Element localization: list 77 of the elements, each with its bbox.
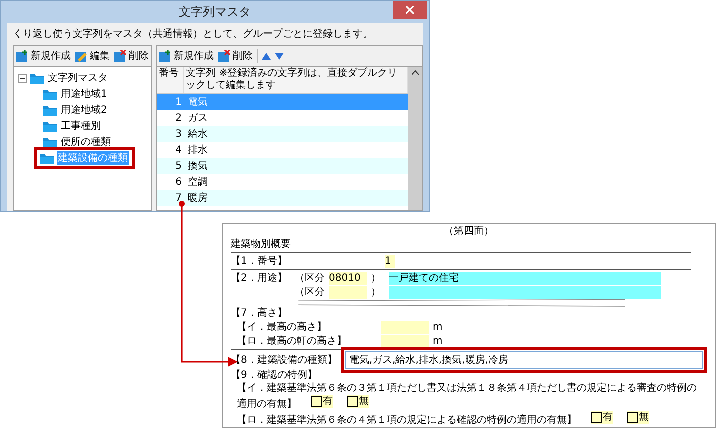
item-label: 【2．用途】 bbox=[231, 272, 288, 284]
toolbar-button[interactable]: 削除 bbox=[114, 49, 149, 63]
collapse-icon[interactable] bbox=[18, 74, 27, 82]
folder-icon bbox=[43, 104, 57, 116]
height-field[interactable] bbox=[381, 320, 429, 334]
unit-text: m bbox=[433, 320, 443, 334]
new-item-icon bbox=[16, 50, 29, 62]
table-cell-text: ガス bbox=[187, 112, 209, 125]
height-field[interactable] bbox=[381, 334, 429, 348]
table-cell-text: 排水 bbox=[187, 144, 209, 157]
move-down-icon[interactable] bbox=[275, 52, 284, 60]
row-number: 3 bbox=[174, 128, 183, 140]
row-number: 1 bbox=[174, 96, 183, 108]
folder-icon bbox=[40, 152, 54, 164]
row-number: 5 bbox=[174, 160, 183, 172]
code-field[interactable] bbox=[329, 286, 367, 298]
toolbar-button[interactable]: 新規作成 bbox=[16, 49, 71, 63]
category-label: （区分 bbox=[295, 286, 325, 298]
folder-icon bbox=[43, 88, 57, 100]
code-field[interactable]: 08010 bbox=[329, 272, 367, 284]
column-header: 番号 bbox=[157, 67, 184, 93]
scrollbar[interactable] bbox=[408, 67, 422, 210]
table-cell-text: 暖房 bbox=[187, 192, 209, 205]
folder-icon bbox=[43, 136, 57, 148]
toolbar-button[interactable]: 新規作成 bbox=[159, 49, 214, 63]
option-checkbox[interactable]: 有 bbox=[591, 411, 613, 424]
folder-icon bbox=[30, 72, 44, 84]
table-cell-text: 電気 bbox=[187, 96, 209, 109]
item-label: 【ロ．最高の軒の高さ】 bbox=[237, 334, 348, 348]
scroll-up-icon[interactable] bbox=[412, 70, 418, 75]
tree-item[interactable]: 工事種別 bbox=[60, 119, 102, 133]
table-cell-text: 換気 bbox=[187, 160, 209, 173]
tree-item[interactable]: 文字列マスタ bbox=[47, 71, 109, 85]
item-label: 【9．確認の特例】 bbox=[231, 369, 318, 382]
table-row[interactable]: 5 換気 bbox=[157, 158, 408, 174]
question-text: 【ロ．建築基準法第６条の４第１項の規定による確認の特例の適用の有無】 有 無 bbox=[236, 411, 650, 427]
folder-icon bbox=[43, 120, 57, 132]
table-row[interactable]: 7 暖房 bbox=[157, 190, 408, 206]
category-label: （区分 bbox=[295, 272, 325, 284]
row-number: 7 bbox=[174, 192, 183, 204]
close-button[interactable] bbox=[393, 1, 427, 19]
tree-item[interactable]: 用途地域2 bbox=[60, 103, 108, 117]
unit-text: m bbox=[433, 334, 443, 348]
item-label: 【7．高さ】 bbox=[231, 307, 288, 320]
new-item-icon bbox=[159, 50, 172, 62]
window-title: 文字列マスタ bbox=[179, 4, 251, 20]
toolbar-button[interactable]: 削除 bbox=[218, 49, 253, 63]
row-number: 2 bbox=[174, 112, 183, 124]
close-icon bbox=[406, 6, 414, 14]
question-text: 【イ．建築基準法第６条の３第１項ただし書又は法第１８条第４項ただし書の規定による審査の特例の適用の有無】 有 無 bbox=[236, 382, 698, 411]
item-label: 【イ．最高の高さ】 bbox=[237, 320, 328, 334]
paren-text: ） bbox=[371, 286, 382, 298]
delete-icon bbox=[114, 50, 127, 62]
paren-text: ） bbox=[371, 272, 382, 284]
item-label: 【8．建築設備の種類】 bbox=[231, 354, 338, 367]
table-cell-text: 給水 bbox=[187, 128, 209, 141]
table-row[interactable]: 3 給水 bbox=[157, 126, 408, 142]
tree-item[interactable]: 用途地域1 bbox=[60, 87, 108, 101]
row-number: 6 bbox=[174, 176, 183, 188]
edit-icon bbox=[75, 50, 88, 62]
option-checkbox[interactable]: 無 bbox=[347, 395, 369, 408]
row-number: 4 bbox=[174, 144, 183, 156]
description-text: くり返し使う文字列をマスタ（共通情報）として、グループごとに登録します。 bbox=[13, 28, 374, 41]
move-up-icon[interactable] bbox=[262, 52, 271, 60]
number-field[interactable]: 1 bbox=[385, 254, 395, 268]
page-label: （第四面） bbox=[444, 225, 494, 238]
delete-icon bbox=[218, 50, 231, 62]
option-checkbox[interactable]: 有 bbox=[311, 395, 333, 408]
use-field[interactable] bbox=[389, 286, 661, 298]
table-cell-text: 空調 bbox=[187, 176, 209, 189]
option-checkbox[interactable]: 無 bbox=[627, 411, 649, 424]
use-field[interactable]: 一戸建ての住宅 bbox=[389, 272, 661, 284]
equipment-field[interactable]: 電気,ガス,給水,排水,換気,暖房,冷房 bbox=[345, 351, 703, 370]
item-label: 【1．番号】 bbox=[231, 254, 288, 268]
toolbar-button[interactable]: 編集 bbox=[75, 49, 110, 63]
section-heading: 建築物別概要 bbox=[231, 238, 292, 251]
tree-item[interactable]: 便所の種類 bbox=[60, 135, 112, 149]
